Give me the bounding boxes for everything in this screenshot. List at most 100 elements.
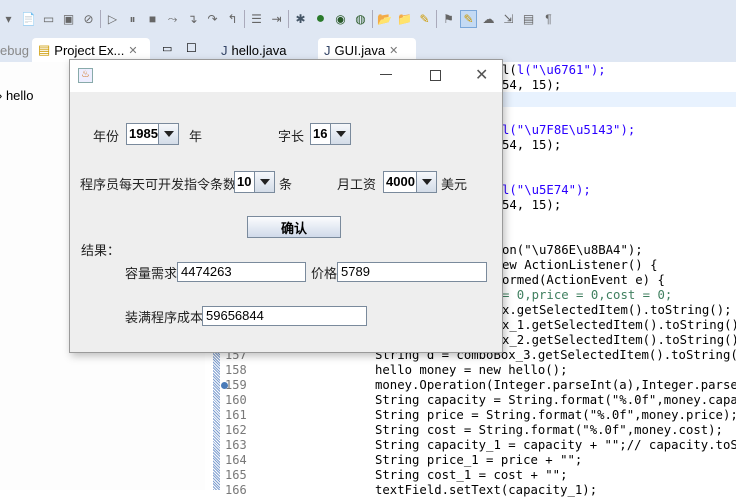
code-line: hello money = new hello(); [375, 363, 568, 377]
code-line: on("\u786E\u8BA4"); [502, 243, 643, 257]
java-app-icon: ♨ [78, 68, 93, 83]
tree-item-label: hello [5, 88, 34, 103]
close-icon[interactable]: ✕ [389, 44, 398, 57]
code-line: l(l("\u6761"); [502, 63, 606, 77]
step-over-icon[interactable]: ↷ [204, 10, 221, 28]
chevron-down-icon[interactable] [158, 124, 178, 144]
tree-item-hello[interactable]: › hello [0, 88, 33, 103]
java-file-icon: J [324, 42, 331, 58]
calculator-dialog: ♨ ✕ 年份 1985 年 字长 16 程序员每天可开发指令条数 10 条 月工… [69, 59, 503, 353]
tab-label: hello.java [231, 42, 287, 58]
cost-field[interactable]: 59656844 [202, 306, 367, 326]
dropdown-icon[interactable]: ▾ [0, 10, 17, 28]
dialog-titlebar[interactable]: ♨ ✕ [70, 60, 502, 92]
prev-annotation-icon[interactable]: ▤ [520, 10, 537, 28]
line-number: 164 [225, 453, 247, 467]
show-whitespace-icon[interactable]: ¶ [540, 10, 557, 28]
tab-label: GUI.java [334, 42, 386, 58]
skip-breakpoints-icon[interactable]: ⊘ [80, 10, 97, 28]
instructions-value: 10 [237, 174, 252, 189]
instructions-label: 程序员每天可开发指令条数 [80, 177, 237, 192]
capacity-field[interactable]: 4474263 [177, 262, 306, 282]
line-number: 158 [225, 363, 247, 377]
capacity-label: 容量需求 [125, 266, 178, 281]
code-line: ew ActionListener() { [502, 258, 658, 272]
price-field[interactable]: 5789 [337, 262, 487, 282]
year-unit-label: 年 [189, 129, 203, 144]
code-line: x_1.getSelectedItem().toString(); [502, 318, 736, 332]
code-line: = 0,price = 0,cost = 0; [502, 288, 673, 302]
new-icon[interactable]: 📄 [20, 10, 37, 28]
salary-unit-label: 美元 [441, 177, 468, 192]
year-combobox[interactable]: 1985 [126, 123, 179, 145]
chevron-down-icon[interactable] [330, 124, 350, 144]
toggle-annotation-icon[interactable]: ⚑ [440, 10, 457, 28]
open-type-icon[interactable]: 📂 [376, 10, 393, 28]
line-number: 159 [225, 378, 247, 392]
code-line: 54, 15); [502, 198, 562, 212]
step-return-icon[interactable]: ↰ [224, 10, 241, 28]
word-length-combobox[interactable]: 16 [310, 123, 351, 145]
open-task-icon[interactable]: 📁 [396, 10, 413, 28]
code-line: String capacity_1 = capacity + "";// cap… [375, 438, 736, 452]
code-line: x_2.getSelectedItem().toString(); [502, 333, 736, 347]
code-line: String cost_1 = cost + ""; [375, 468, 568, 482]
code-line: money.Operation(Integer.parseInt(a),Inte… [375, 378, 736, 392]
code-line: String cost = String.format("%.0f",money… [375, 423, 723, 437]
next-annotation-icon[interactable]: ⇲ [500, 10, 517, 28]
step-into-icon[interactable]: ↴ [184, 10, 201, 28]
code-line: ormed(ActionEvent e) { [502, 273, 665, 287]
separator [100, 10, 101, 28]
maximize-view-icon[interactable]: ☐ [186, 41, 197, 55]
line-number: 163 [225, 438, 247, 452]
code-line: 54, 15); [502, 138, 562, 152]
minimize-button[interactable] [380, 74, 392, 75]
resume-icon[interactable]: ▷ [104, 10, 121, 28]
save-all-icon[interactable]: ▣ [60, 10, 77, 28]
breakpoint-icon[interactable] [221, 382, 228, 389]
code-line: String price_1 = price + ""; [375, 453, 583, 467]
line-number: 160 [225, 393, 247, 407]
salary-value: 4000 [386, 174, 415, 189]
instructions-unit-label: 条 [279, 177, 293, 192]
close-icon[interactable]: ✕ [128, 44, 137, 57]
instructions-combobox[interactable]: 10 [234, 171, 275, 193]
drop-frame-icon[interactable]: ☰ [248, 10, 265, 28]
suspend-icon[interactable]: ⏸ [124, 10, 141, 28]
separator [244, 10, 245, 28]
word-length-value: 16 [313, 126, 328, 141]
mark-occurrences-icon[interactable]: ✎ [460, 10, 477, 28]
line-number: 161 [225, 408, 247, 422]
search-icon[interactable]: ✎ [416, 10, 433, 28]
result-label: 结果： [81, 243, 121, 258]
code-line: l("\u5E74"); [502, 183, 591, 197]
line-number: 162 [225, 423, 247, 437]
code-line: String capacity = String.format("%.0f",m… [375, 393, 736, 407]
step-filter-icon[interactable]: ⇥ [268, 10, 285, 28]
maximize-button[interactable] [430, 70, 441, 81]
external-tools-icon[interactable]: ◍ [352, 10, 369, 28]
minimize-view-icon[interactable]: ▭ [162, 42, 172, 55]
chevron-down-icon[interactable] [254, 172, 274, 192]
debug-icon[interactable]: ✱ [292, 10, 309, 28]
tab-label: Project Ex... [54, 42, 125, 58]
code-line: 54, 15); [502, 78, 562, 92]
confirm-button[interactable]: 确认 [247, 216, 341, 238]
code-line: textField.setText(capacity_1); [375, 483, 598, 497]
salary-combobox[interactable]: 4000 [383, 171, 437, 193]
tab-debug[interactable]: ebug [0, 38, 35, 62]
save-icon[interactable]: ▭ [40, 10, 57, 28]
block-select-icon[interactable]: ☁ [480, 10, 497, 28]
disconnect-icon[interactable]: ⤳ [164, 10, 181, 28]
coverage-icon[interactable]: ◉ [332, 10, 349, 28]
code-line: l("\u7F8E\u5143"); [502, 123, 636, 137]
cost-label: 装满程序成本 [125, 310, 204, 325]
terminate-icon[interactable]: ■ [144, 10, 161, 28]
close-button[interactable]: ✕ [475, 65, 488, 85]
salary-label: 月工资 [337, 177, 377, 192]
package-explorer-icon: ▤ [38, 42, 51, 57]
run-icon[interactable]: ● [312, 10, 329, 28]
year-label: 年份 [93, 129, 120, 144]
word-length-label: 字长 [278, 129, 305, 144]
chevron-down-icon[interactable] [416, 172, 436, 192]
